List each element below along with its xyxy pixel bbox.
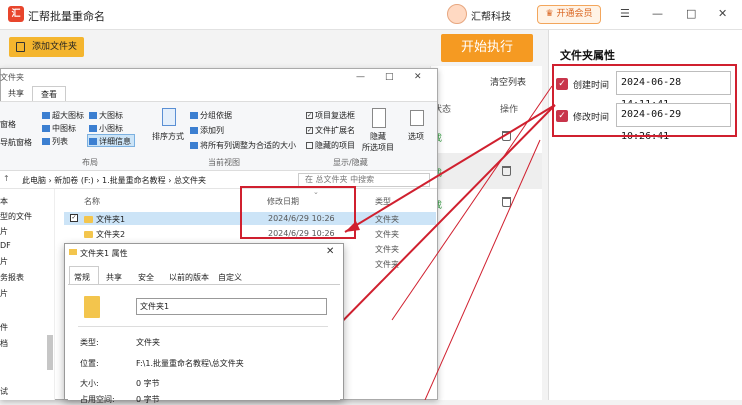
- tab-general[interactable]: 常规: [74, 272, 90, 283]
- tab-security[interactable]: 安全: [138, 272, 154, 283]
- properties-title: 文件夹1 属性: [80, 249, 128, 258]
- close-icon[interactable]: ✕: [326, 246, 334, 257]
- folder-icon: [69, 249, 77, 255]
- divider: [78, 326, 328, 327]
- location-label: 位置:: [80, 359, 99, 368]
- size-value: 0 字节: [136, 379, 160, 388]
- tab-share[interactable]: 共享: [106, 272, 122, 283]
- location-value: F:\1.批量重命名教程\总文件夹: [136, 359, 244, 368]
- folder-name-input[interactable]: 文件夹1: [136, 298, 327, 315]
- folder-icon: [84, 296, 100, 318]
- size-label: 大小:: [80, 379, 99, 388]
- tab-customize[interactable]: 自定义: [218, 272, 242, 283]
- type-value: 文件夹: [136, 338, 160, 347]
- type-label: 类型:: [80, 338, 99, 347]
- tab-previous-versions[interactable]: 以前的版本: [169, 272, 209, 283]
